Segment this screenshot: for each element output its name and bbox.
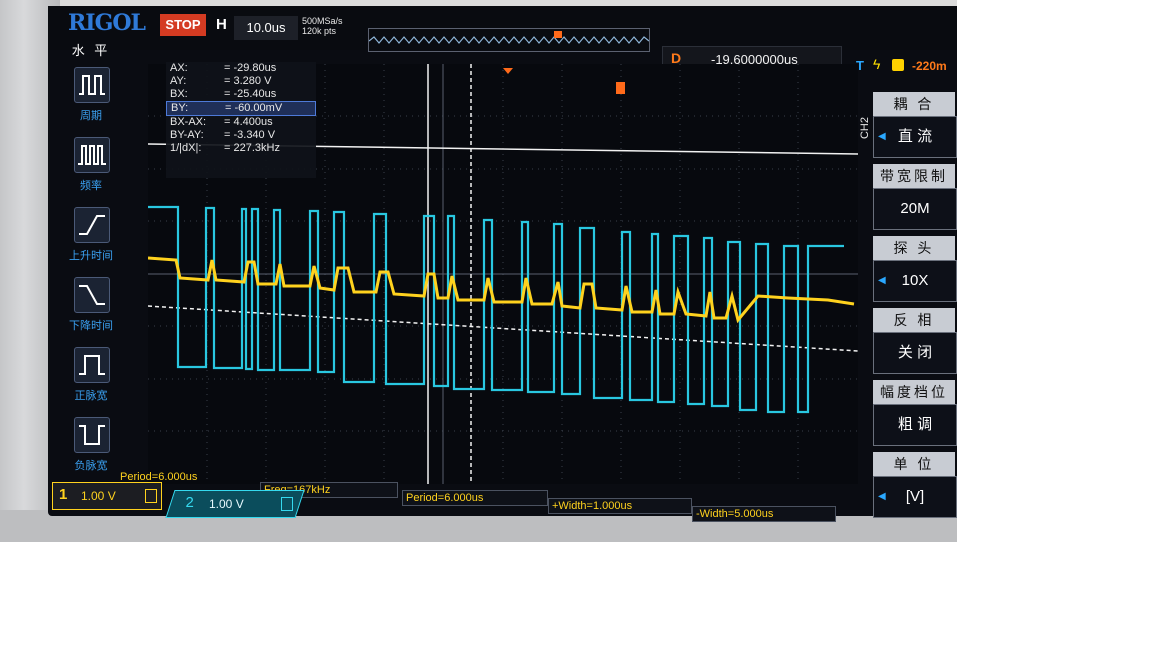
horizontal-label: H: [216, 16, 227, 33]
menu-label-frequency: 频率: [80, 180, 102, 192]
trigger-delay-marker: [616, 82, 625, 94]
readout-by[interactable]: BY: = -60.00mV: [166, 101, 316, 116]
frequency-icon: [74, 137, 110, 173]
menu-label-pos-width: 正脉宽: [74, 390, 108, 402]
readout-value: = -3.340 V: [224, 129, 276, 141]
menu-label-period: 周期: [80, 110, 102, 122]
bandwidth-limit-icon: [281, 497, 293, 511]
oscilloscope-photo: RIGOL STOP H 10.0us 500MSa/s 120k pts D …: [0, 0, 957, 542]
readout-value: = 227.3kHz: [224, 142, 280, 154]
coupling-value: 直 流: [897, 128, 933, 145]
vscale-value: 粗 调: [897, 416, 933, 433]
bandwidth-value: 20M: [900, 200, 930, 217]
channel-2-indicator[interactable]: 2 1.00 V: [165, 490, 305, 518]
cursor-readout: AX: = -29.80us AY: = 3.280 V BX: = -25.40us…: [166, 62, 316, 178]
period-icon: [74, 67, 110, 103]
timebase-value[interactable]: 10.0us: [234, 16, 298, 40]
measure-pos-width: +Width=1.000us: [548, 498, 692, 514]
readout-value: = 4.400us: [224, 116, 273, 128]
menu-item-frequency[interactable]: 频率: [60, 137, 122, 207]
fall-time-icon: [74, 277, 110, 313]
bandwidth-title: 带宽限制: [873, 164, 955, 188]
menu-item-fall-time[interactable]: 下降时间: [60, 277, 122, 347]
readout-key: BY-AY:: [170, 129, 204, 141]
bandwidth-limit-icon: [145, 489, 157, 503]
unit-button[interactable]: ◀ [V]: [873, 476, 957, 518]
probe-button[interactable]: ◀ 10X: [873, 260, 957, 302]
invert-title: 反 相: [873, 308, 955, 332]
readout-value: = -60.00mV: [225, 102, 283, 114]
readout-value: = 3.280 V: [224, 75, 272, 87]
readout-key: AY:: [170, 75, 187, 87]
channel-1-indicator[interactable]: 1 1.00 V: [52, 482, 162, 510]
sample-rate: 500MSa/s: [302, 16, 343, 26]
coupling-title: 耦 合: [873, 92, 955, 116]
readout-dy: BY-AY: = -3.340 V: [166, 129, 316, 142]
menu-title: 水 平: [71, 43, 111, 58]
trigger-level: -220m: [912, 59, 947, 73]
menu-item-pos-width[interactable]: 正脉宽: [60, 347, 122, 417]
trigger-source-icon: [892, 59, 904, 71]
ch2-scale: 1.00 V: [209, 497, 244, 511]
trigger-edge-icon: ϟ: [873, 56, 881, 72]
triangle-left-icon: ◀: [878, 275, 886, 286]
triangle-left-icon: ◀: [878, 491, 886, 502]
triangle-left-icon: ◀: [878, 131, 886, 142]
readout-bx: BX: = -25.40us: [166, 88, 316, 101]
unit-value: [V]: [905, 488, 925, 505]
readout-value: = -25.40us: [224, 88, 277, 100]
probe-title: 探 头: [873, 236, 955, 260]
channel-menu: 耦 合 ◀ 直 流 带宽限制 20M 探 头 ◀ 10X 反 相 关 闭 幅度档位 …: [868, 92, 957, 518]
measure-period-ch2: Period=6.000us: [402, 490, 548, 506]
unit-title: 单 位: [873, 452, 955, 476]
ch1-scale: 1.00 V: [81, 489, 116, 503]
memory-waveform-icon: [369, 31, 649, 44]
readout-key: AX:: [170, 62, 188, 74]
rise-time-icon: [74, 207, 110, 243]
measure-neg-width: -Width=5.000us: [692, 506, 836, 522]
readout-key: BY:: [171, 102, 189, 114]
ch1-number: 1: [59, 486, 68, 503]
menu-item-neg-width[interactable]: 负脉宽: [60, 417, 122, 487]
readout-key: BX:: [170, 88, 188, 100]
readout-ax: AX: = -29.80us: [166, 62, 316, 75]
readout-key: 1/|dX|:: [170, 142, 202, 154]
negative-width-icon: [74, 417, 110, 453]
bandwidth-button[interactable]: 20M: [873, 188, 957, 230]
menu-label-fall-time: 下降时间: [69, 320, 113, 332]
positive-width-icon: [74, 347, 110, 383]
readout-inv-dx: 1/|dX|: = 227.3kHz: [166, 142, 316, 155]
ch2-number: 2: [185, 494, 194, 511]
memory-depth: 120k pts: [302, 26, 337, 36]
vscale-button[interactable]: 粗 调: [873, 404, 957, 446]
brand-logo: RIGOL: [68, 10, 146, 36]
horizontal-menu: 水 平 周期 频率 上升时间 下降时间 正脉宽 负脉宽: [60, 40, 122, 480]
menu-item-rise-time[interactable]: 上升时间: [60, 207, 122, 277]
invert-value: 关 闭: [897, 344, 933, 361]
status-bar: RIGOL STOP H 10.0us 500MSa/s 120k pts D …: [48, 6, 957, 74]
memory-overview: [368, 28, 650, 52]
probe-value: 10X: [901, 272, 929, 289]
coupling-button[interactable]: ◀ 直 流: [873, 116, 957, 158]
menu-label-rise-time: 上升时间: [69, 250, 113, 262]
readout-key: BX-AX:: [170, 116, 207, 128]
scope-screen: RIGOL STOP H 10.0us 500MSa/s 120k pts D …: [48, 6, 957, 522]
acquisition-info: 500MSa/s 120k pts: [302, 16, 343, 36]
invert-button[interactable]: 关 闭: [873, 332, 957, 374]
vscale-title: 幅度档位: [873, 380, 955, 404]
readout-ay: AY: = 3.280 V: [166, 75, 316, 88]
menu-label-neg-width: 负脉宽: [74, 460, 108, 472]
readout-dx: BX-AX: = 4.400us: [166, 116, 316, 129]
trigger-info[interactable]: T ϟ -220m: [848, 56, 957, 76]
readout-value: = -29.80us: [224, 62, 277, 74]
menu-item-period[interactable]: 周期: [60, 67, 122, 137]
run-stop-badge[interactable]: STOP: [160, 14, 206, 36]
